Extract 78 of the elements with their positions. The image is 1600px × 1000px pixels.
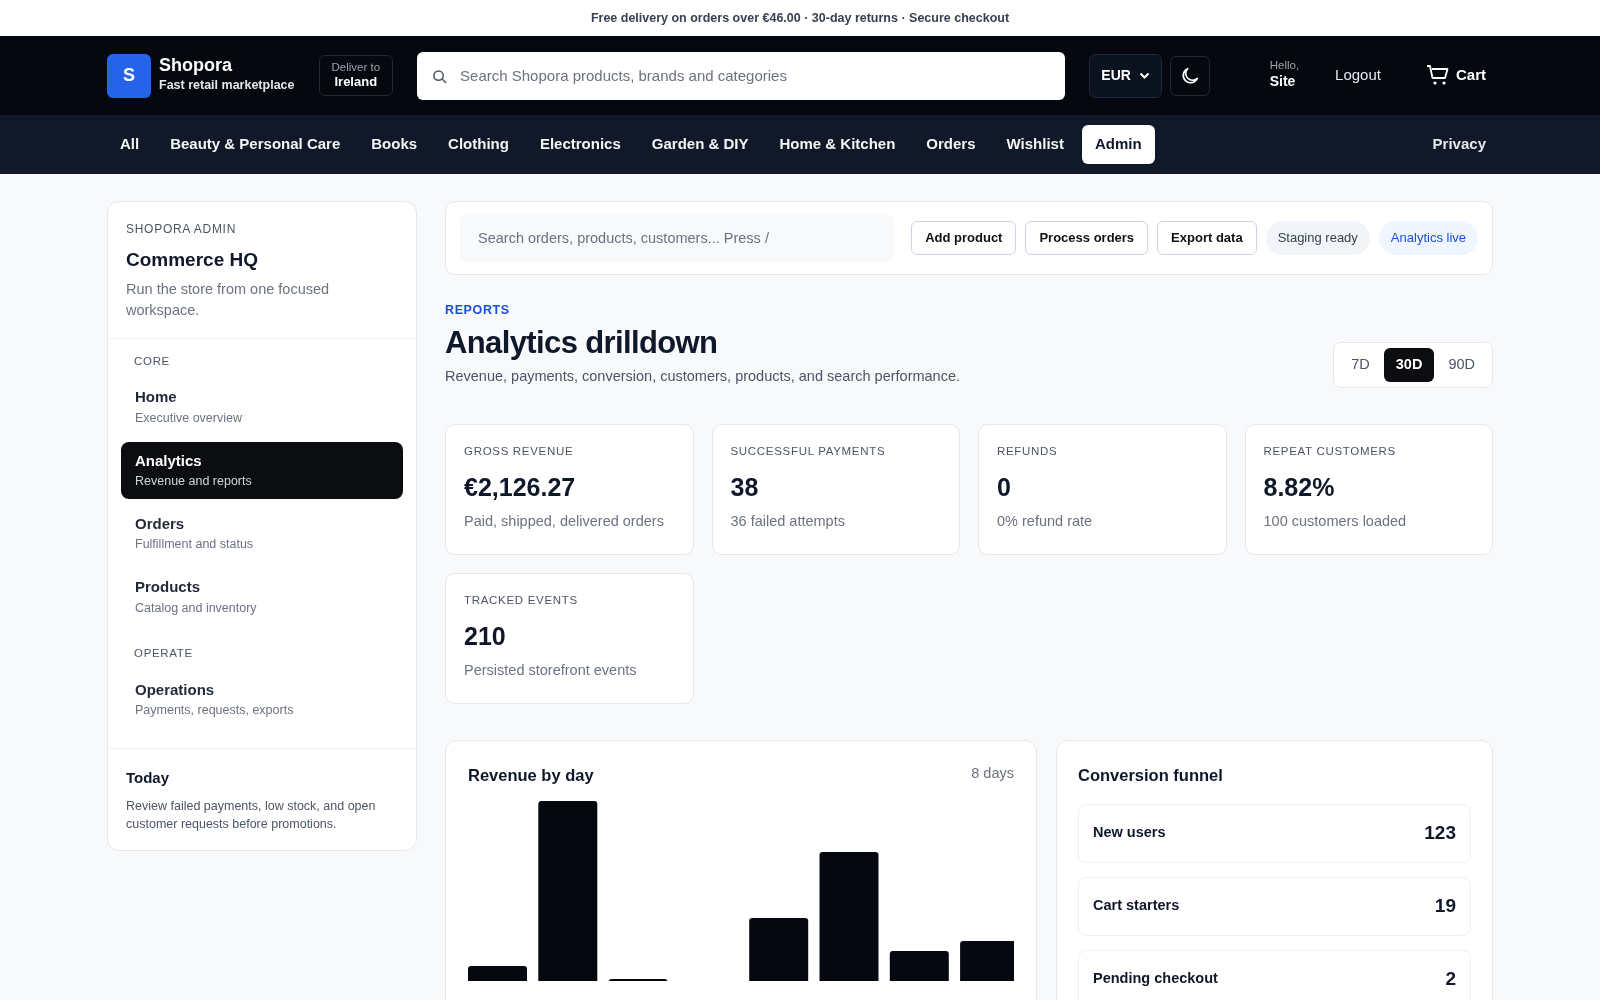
funnel-label: Pending checkout — [1093, 969, 1218, 989]
nav-tab[interactable]: Clothing — [435, 125, 522, 164]
range-tab[interactable]: 7D — [1339, 348, 1382, 382]
stat-value: 0 — [997, 472, 1012, 504]
chart-bar — [608, 978, 668, 981]
funnel-value: 19 — [1434, 894, 1456, 918]
page-title: Analytics drilldown — [445, 323, 719, 362]
stat-note: 0% refund rate — [997, 511, 1094, 531]
funnel-label: New users — [1093, 823, 1166, 843]
stat-value: €2,126.27 — [464, 472, 577, 504]
stat-note: 36 failed attempts — [730, 511, 846, 531]
stat-value: 8.82% — [1263, 472, 1336, 504]
status-pill: Analytics live — [1378, 221, 1478, 255]
page-subtitle: Revenue, payments, conversion, customers, products, and search performance. — [445, 367, 960, 387]
today-text: Review failed payments, low stock, and open customer requests before promotions. — [126, 798, 377, 834]
section-heading: CORE — [133, 354, 171, 369]
announcement-text: Free delivery on orders over €46.00 · 30-day returns · Secure checkout — [590, 9, 1010, 27]
today-title: Today — [126, 767, 171, 788]
nav-tab[interactable]: Admin — [1081, 125, 1155, 164]
nav-tab[interactable]: All — [107, 125, 153, 164]
nav-tab[interactable]: Orders — [913, 125, 989, 164]
sidebar-item[interactable]: Products Catalog and inventory — [121, 568, 403, 626]
panel-title: Conversion funnel — [1078, 765, 1224, 786]
toolbar-button[interactable]: Add product — [911, 221, 1017, 255]
logout-link[interactable]: Logout — [1335, 64, 1381, 87]
stat-value: 38 — [730, 472, 760, 504]
chart-bar — [749, 917, 809, 981]
stat-note: Paid, shipped, delivered orders — [464, 511, 665, 531]
nav-tab[interactable]: Books — [358, 125, 431, 164]
nav-tab[interactable]: Home & Kitchen — [766, 125, 909, 164]
sidebar-description: Run the store from one focused workspace. — [126, 279, 331, 321]
stat-label: TRACKED EVENTS — [464, 593, 579, 608]
cart-link[interactable]: Cart — [1426, 64, 1486, 87]
chart-bar — [468, 965, 527, 981]
deliver-to-button[interactable]: Deliver to Ireland — [318, 55, 394, 96]
chart-bar — [960, 940, 1014, 981]
nav-tab[interactable]: Electronics — [526, 125, 634, 164]
toolbar-button[interactable]: Process orders — [1025, 221, 1149, 255]
currency-select[interactable]: EUR — [1089, 53, 1163, 98]
moon-icon[interactable] — [1170, 55, 1211, 96]
admin-search-field[interactable]: Search orders, products, customers... Press / — [460, 214, 895, 262]
privacy-link[interactable]: Privacy — [1432, 133, 1486, 156]
greeting-text: Hello, — [1269, 58, 1300, 72]
brand-tagline: Fast retail marketplace — [159, 77, 295, 94]
panel-title: Revenue by day — [468, 765, 594, 786]
nav-tab[interactable]: Wishlist — [993, 125, 1077, 164]
nav-tab[interactable]: Garden & DIY — [638, 125, 762, 164]
stat-note: 100 customers loaded — [1263, 511, 1408, 531]
brand-name: Shopora — [159, 56, 233, 76]
funnel-value: 2 — [1445, 967, 1456, 991]
stat-label: REFUNDS — [997, 444, 1059, 459]
chart-bar — [889, 950, 949, 981]
toolbar-button[interactable]: Export data — [1157, 221, 1257, 255]
caret-icon — [1138, 71, 1150, 80]
sidebar-item[interactable]: Home Executive overview — [121, 378, 403, 436]
sidebar-item[interactable]: Operations Payments, requests, exports — [121, 670, 403, 728]
logo-icon[interactable]: S — [107, 53, 151, 98]
status-pill: Staging ready — [1265, 221, 1370, 255]
funnel-value: 123 — [1424, 821, 1456, 845]
panel-meta: 8 days — [971, 764, 1014, 783]
stat-label: GROSS REVENUE — [464, 444, 575, 459]
section-heading: OPERATE — [133, 646, 194, 662]
stat-note: Persisted storefront events — [464, 660, 638, 680]
nav-tab[interactable]: Beauty & Personal Care — [157, 125, 354, 164]
sidebar-eyebrow: SHOPORA ADMIN — [126, 221, 238, 238]
funnel-label: Cart starters — [1093, 896, 1180, 916]
range-tab[interactable]: 90D — [1436, 348, 1487, 382]
search-field[interactable]: Search Shopora products, brands and categories — [417, 51, 1066, 100]
stat-label: SUCCESSFUL PAYMENTS — [730, 444, 887, 459]
sidebar-title: Commerce HQ — [126, 248, 259, 272]
cart-icon — [1426, 64, 1450, 87]
sidebar-item[interactable]: Orders Fulfillment and status — [121, 504, 403, 562]
section-eyebrow: REPORTS — [445, 302, 511, 319]
user-name: Site — [1269, 72, 1297, 92]
range-tab[interactable]: 30D — [1383, 348, 1435, 382]
stat-label: REPEAT CUSTOMERS — [1263, 444, 1397, 459]
sidebar-item[interactable]: Analytics Revenue and reports — [121, 441, 403, 499]
stat-value: 210 — [464, 621, 507, 653]
